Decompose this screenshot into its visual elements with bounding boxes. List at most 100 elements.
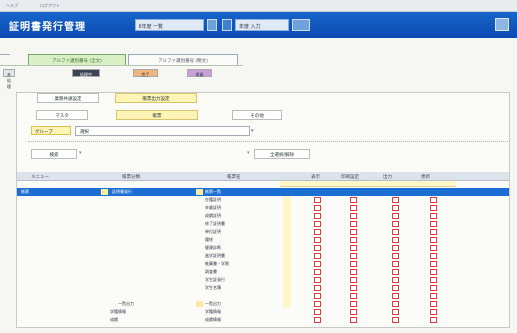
- checkbox-print[interactable]: [350, 301, 357, 307]
- checkbox-view[interactable]: [314, 301, 321, 307]
- tab-full[interactable]: アルファ識別番号 (全文): [28, 54, 126, 65]
- search-run-button[interactable]: 検索: [31, 149, 77, 159]
- checkbox-update[interactable]: [430, 197, 437, 203]
- year-select[interactable]: Ⅱ年度 一覧: [135, 19, 204, 31]
- tree-item-8[interactable]: 進学証明書: [205, 253, 225, 259]
- tree-item-12[interactable]: 学生名簿: [205, 285, 221, 291]
- tree-item-6[interactable]: 履修: [205, 237, 213, 243]
- user-icon[interactable]: [495, 18, 509, 31]
- checkbox-print[interactable]: [350, 205, 357, 211]
- checkbox-view[interactable]: [314, 213, 321, 219]
- tree-item-2[interactable]: 卒業証明: [205, 205, 221, 211]
- checkbox-output[interactable]: [392, 253, 399, 259]
- checkbox-update[interactable]: [430, 229, 437, 235]
- lower-cat-1[interactable]: 学籍情報: [110, 309, 126, 315]
- mode-form[interactable]: 帳票: [116, 110, 198, 120]
- checkbox-view[interactable]: [314, 197, 321, 203]
- checkbox-output[interactable]: [392, 205, 399, 211]
- checkbox-output[interactable]: [392, 197, 399, 203]
- checkbox-print[interactable]: [350, 245, 357, 251]
- lower-cat-0[interactable]: 一覧出力: [118, 301, 134, 307]
- checkbox-print[interactable]: [350, 197, 357, 203]
- checkbox-update[interactable]: [430, 205, 437, 211]
- checkbox-view[interactable]: [314, 245, 321, 251]
- checkbox-output[interactable]: [392, 213, 399, 219]
- checkbox-update[interactable]: [430, 309, 437, 315]
- checkbox-view[interactable]: [314, 205, 321, 211]
- checkbox-view[interactable]: [314, 221, 321, 227]
- checkbox-output[interactable]: [392, 221, 399, 227]
- checkbox-output[interactable]: [392, 309, 399, 315]
- checkbox-print[interactable]: [350, 229, 357, 235]
- search-button[interactable]: [292, 19, 310, 31]
- tree-item-3[interactable]: 成績証明: [205, 213, 221, 219]
- lower-item-1[interactable]: 学籍情報: [205, 309, 221, 315]
- checkbox-update[interactable]: [430, 269, 437, 275]
- tree-item-4[interactable]: 修了証明書: [205, 221, 225, 227]
- checkbox-view[interactable]: [314, 269, 321, 275]
- checkbox-view[interactable]: [314, 277, 321, 283]
- subtab-common[interactable]: 業務共通設定: [37, 93, 99, 103]
- checkbox-print[interactable]: [350, 269, 357, 275]
- checkbox-update[interactable]: [430, 293, 437, 299]
- checkbox-update[interactable]: [430, 277, 437, 283]
- chevron-down-icon[interactable]: ▾: [251, 128, 254, 134]
- checkbox-output[interactable]: [392, 269, 399, 275]
- checkbox-print[interactable]: [350, 277, 357, 283]
- checkbox-view[interactable]: [314, 293, 321, 299]
- subtab-output[interactable]: 帳票出力設定: [115, 93, 197, 103]
- checkbox-update[interactable]: [430, 253, 437, 259]
- help-link[interactable]: ヘルプ: [6, 3, 18, 9]
- selected-row[interactable]: [17, 188, 509, 196]
- checkbox-output[interactable]: [392, 301, 399, 307]
- mode-other[interactable]: その他: [232, 110, 282, 120]
- checkbox-print[interactable]: [350, 285, 357, 291]
- tree-item-0[interactable]: 帳票一覧: [205, 189, 221, 195]
- toggle-chevron-icon[interactable]: ▾: [247, 150, 250, 156]
- checkbox-output[interactable]: [392, 237, 399, 243]
- tree-item-7[interactable]: 健康診断: [205, 245, 221, 251]
- checkbox-print[interactable]: [350, 253, 357, 259]
- checkbox-update[interactable]: [430, 317, 437, 323]
- checkbox-view[interactable]: [314, 229, 321, 235]
- checkbox-output[interactable]: [392, 229, 399, 235]
- year-button[interactable]: [207, 19, 217, 31]
- checkbox-print[interactable]: [350, 221, 357, 227]
- logout-link[interactable]: ログアウト: [40, 3, 60, 9]
- checkbox-view[interactable]: [314, 237, 321, 243]
- tree-item-1[interactable]: 在籍証明: [205, 197, 221, 203]
- checkbox-view[interactable]: [314, 309, 321, 315]
- checkbox-output[interactable]: [392, 293, 399, 299]
- year-input[interactable]: 年度 入力: [235, 19, 289, 31]
- tree-item-9[interactable]: 推薦書・学割: [205, 261, 229, 267]
- lower-cat-2[interactable]: 成績: [110, 317, 118, 323]
- checkbox-view[interactable]: [314, 253, 321, 259]
- mode-master[interactable]: マスタ: [36, 110, 88, 120]
- checkbox-print[interactable]: [350, 261, 357, 267]
- checkbox-update[interactable]: [430, 301, 437, 307]
- search-chevron-icon[interactable]: ▾: [79, 150, 82, 156]
- checkbox-print[interactable]: [350, 317, 357, 323]
- checkbox-view[interactable]: [314, 317, 321, 323]
- checkbox-update[interactable]: [430, 261, 437, 267]
- checkbox-output[interactable]: [392, 317, 399, 323]
- checkbox-print[interactable]: [350, 213, 357, 219]
- select-all-button[interactable]: 全選択/解除: [254, 149, 310, 159]
- checkbox-view[interactable]: [314, 285, 321, 291]
- group-select[interactable]: 選択: [75, 126, 250, 136]
- checkbox-update[interactable]: [430, 221, 437, 227]
- year-next-button[interactable]: [222, 19, 232, 31]
- checkbox-print[interactable]: [350, 237, 357, 243]
- tree-item-11[interactable]: 学生証発行: [205, 277, 225, 283]
- checkbox-view[interactable]: [314, 261, 321, 267]
- checkbox-update[interactable]: [430, 237, 437, 243]
- checkbox-output[interactable]: [392, 245, 399, 251]
- checkbox-print[interactable]: [350, 309, 357, 315]
- lower-item-2[interactable]: 成績情報: [205, 317, 221, 323]
- checkbox-output[interactable]: [392, 285, 399, 291]
- checkbox-output[interactable]: [392, 261, 399, 267]
- checkbox-update[interactable]: [430, 213, 437, 219]
- checkbox-print[interactable]: [350, 293, 357, 299]
- checkbox-update[interactable]: [430, 245, 437, 251]
- tab-short[interactable]: アルファ識別番号 (略文): [128, 54, 238, 65]
